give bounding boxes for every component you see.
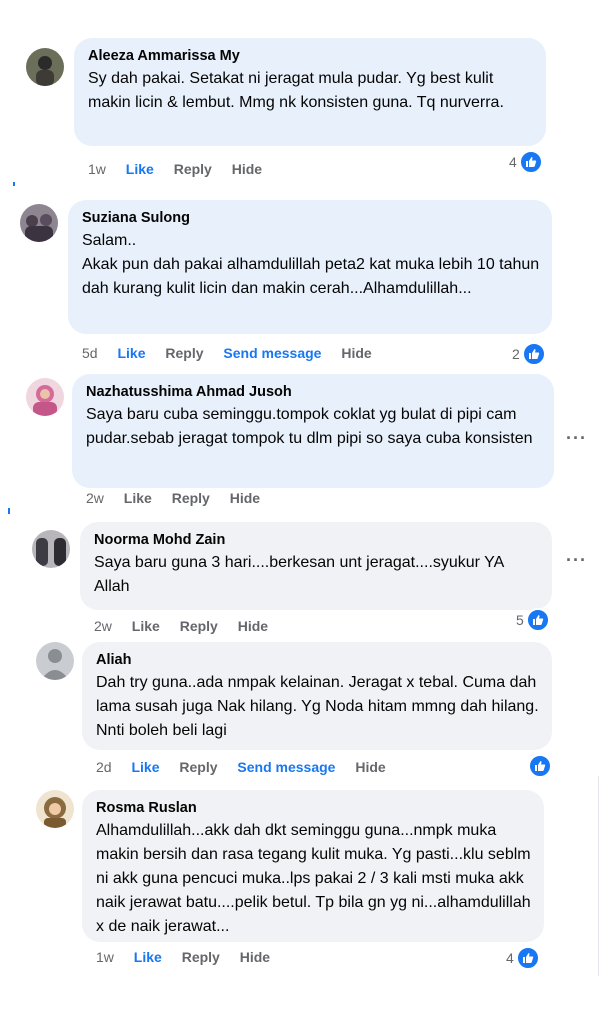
timestamp[interactable]: 2w bbox=[86, 490, 104, 506]
thumbs-up-icon bbox=[518, 150, 543, 174]
reaction-number: 2 bbox=[512, 346, 520, 362]
send-message-button[interactable]: Send message bbox=[223, 345, 321, 361]
comment-bubble: Aliah Dah try guna..ada nmpak kelainan. … bbox=[82, 642, 552, 750]
avatar[interactable] bbox=[26, 378, 64, 416]
comment-text: Sy dah pakai. Setakat ni jeragat mula pu… bbox=[88, 70, 504, 111]
reaction-count[interactable]: 4 bbox=[506, 946, 540, 970]
commenter-name[interactable]: Aleeza Ammarissa My bbox=[88, 48, 534, 64]
comment-text: Saya baru cuba seminggu.tompok coklat yg… bbox=[86, 406, 533, 447]
more-options-icon[interactable]: ··· bbox=[566, 550, 587, 571]
comment-bubble: Suziana Sulong Salam.. Akak pun dah paka… bbox=[68, 200, 552, 334]
avatar[interactable] bbox=[26, 48, 64, 86]
like-button[interactable]: Like bbox=[124, 490, 152, 506]
reaction-count[interactable]: 4 bbox=[509, 150, 543, 174]
reaction-number: 4 bbox=[506, 950, 514, 966]
comment-actions: 2w Like Reply Hide bbox=[86, 490, 276, 506]
comment-actions: 5d Like Reply Send message Hide bbox=[82, 345, 388, 361]
more-options-icon[interactable]: ··· bbox=[566, 428, 587, 449]
commenter-name[interactable]: Rosma Ruslan bbox=[96, 800, 532, 816]
crop-edge-mark bbox=[8, 508, 10, 514]
hide-button[interactable]: Hide bbox=[240, 949, 270, 965]
reply-button[interactable]: Reply bbox=[174, 161, 212, 177]
commenter-name[interactable]: Nazhatusshima Ahmad Jusoh bbox=[86, 384, 542, 400]
comment-strip-4: Noorma Mohd Zain Saya baru guna 3 hari..… bbox=[16, 514, 610, 642]
reply-button[interactable]: Reply bbox=[172, 490, 210, 506]
hide-button[interactable]: Hide bbox=[341, 345, 371, 361]
avatar[interactable] bbox=[36, 790, 74, 828]
timestamp[interactable]: 2w bbox=[94, 618, 112, 634]
reaction-count[interactable] bbox=[526, 754, 552, 778]
commenter-name[interactable]: Suziana Sulong bbox=[82, 210, 540, 226]
hide-button[interactable]: Hide bbox=[232, 161, 262, 177]
timestamp[interactable]: 5d bbox=[82, 345, 98, 361]
comment-strip-3: Nazhatusshima Ahmad Jusoh Saya baru cuba… bbox=[10, 372, 610, 512]
like-button[interactable]: Like bbox=[131, 759, 159, 775]
comment-strip-2: Suziana Sulong Salam.. Akak pun dah paka… bbox=[6, 192, 596, 368]
reply-button[interactable]: Reply bbox=[182, 949, 220, 965]
comment-strip-6: Rosma Ruslan Alhamdulillah...akk dah dkt… bbox=[20, 786, 600, 976]
comment-bubble: Aleeza Ammarissa My Sy dah pakai. Setaka… bbox=[74, 38, 546, 146]
comment-actions: 2w Like Reply Hide bbox=[94, 618, 284, 634]
reply-button[interactable]: Reply bbox=[165, 345, 203, 361]
reaction-count[interactable]: 2 bbox=[512, 342, 546, 366]
thumbs-up-icon bbox=[528, 754, 552, 778]
avatar[interactable] bbox=[36, 642, 74, 680]
like-button[interactable]: Like bbox=[132, 618, 160, 634]
comment-text: Dah try guna..ada nmpak kelainan. Jeraga… bbox=[96, 674, 539, 739]
reply-button[interactable]: Reply bbox=[179, 759, 217, 775]
comment-actions: 1w Like Reply Hide bbox=[88, 161, 278, 177]
thumbs-up-icon bbox=[515, 946, 540, 970]
comment-actions: 1w Like Reply Hide bbox=[96, 949, 286, 965]
hide-button[interactable]: Hide bbox=[230, 490, 260, 506]
comment-strip-1: Aleeza Ammarissa My Sy dah pakai. Setaka… bbox=[12, 30, 598, 190]
timestamp[interactable]: 2d bbox=[96, 759, 112, 775]
comment-bubble: Nazhatusshima Ahmad Jusoh Saya baru cuba… bbox=[72, 374, 554, 488]
reaction-count[interactable]: 5 bbox=[516, 608, 550, 632]
like-button[interactable]: Like bbox=[134, 949, 162, 965]
hide-button[interactable]: Hide bbox=[238, 618, 268, 634]
commenter-name[interactable]: Aliah bbox=[96, 652, 540, 668]
avatar[interactable] bbox=[32, 530, 70, 568]
send-message-button[interactable]: Send message bbox=[237, 759, 335, 775]
comment-strip-5: Aliah Dah try guna..ada nmpak kelainan. … bbox=[22, 640, 608, 788]
comment-bubble: Rosma Ruslan Alhamdulillah...akk dah dkt… bbox=[82, 790, 544, 942]
comment-actions: 2d Like Reply Send message Hide bbox=[96, 759, 402, 775]
crop-edge-mark bbox=[13, 182, 15, 186]
reply-button[interactable]: Reply bbox=[180, 618, 218, 634]
avatar[interactable] bbox=[20, 204, 58, 242]
reaction-number: 4 bbox=[509, 154, 517, 170]
hide-button[interactable]: Hide bbox=[355, 759, 385, 775]
thumbs-up-icon bbox=[525, 608, 550, 632]
comment-text: Saya baru guna 3 hari....berkesan unt je… bbox=[94, 554, 504, 595]
timestamp[interactable]: 1w bbox=[88, 161, 106, 177]
reaction-number: 5 bbox=[516, 612, 524, 628]
comment-bubble: Noorma Mohd Zain Saya baru guna 3 hari..… bbox=[80, 522, 552, 610]
timestamp[interactable]: 1w bbox=[96, 949, 114, 965]
thumbs-up-icon bbox=[521, 342, 546, 366]
like-button[interactable]: Like bbox=[117, 345, 145, 361]
comment-text: Salam.. Akak pun dah pakai alhamdulillah… bbox=[82, 232, 540, 297]
like-button[interactable]: Like bbox=[126, 161, 154, 177]
comment-text: Alhamdulillah...akk dah dkt seminggu gun… bbox=[96, 822, 531, 935]
commenter-name[interactable]: Noorma Mohd Zain bbox=[94, 532, 540, 548]
